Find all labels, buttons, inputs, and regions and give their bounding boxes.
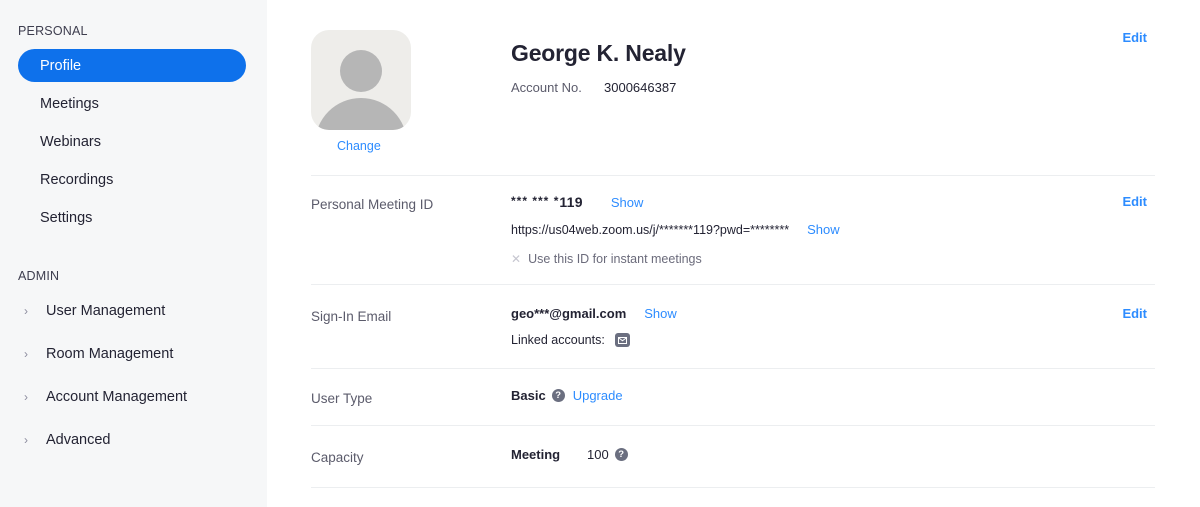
- avatar-block: Change: [311, 30, 511, 153]
- sidebar-item-label: Meetings: [40, 95, 99, 112]
- account-number-label: Account No.: [511, 79, 582, 95]
- personal-meeting-id-label: Personal Meeting ID: [311, 197, 434, 212]
- capacity-number-text: 100: [587, 447, 609, 462]
- linked-accounts-label: Linked accounts:: [511, 333, 605, 347]
- sidebar-item-label: Settings: [40, 209, 93, 226]
- capacity-value: Meeting 100 ?: [511, 447, 1155, 465]
- instant-meeting-toggle-line[interactable]: ✕ Use this ID for instant meetings: [511, 252, 1155, 266]
- sidebar-item-profile[interactable]: Profile: [18, 49, 246, 82]
- user-type-text: Basic: [511, 388, 546, 403]
- show-pmi-link[interactable]: Show: [611, 195, 644, 210]
- profile-rows: Change George K. Nealy Account No. 30006…: [267, 0, 1200, 488]
- sidebar-item-label: Account Management: [46, 388, 188, 405]
- account-number-value: 3000646387: [604, 79, 677, 95]
- profile-header-row: Change George K. Nealy Account No. 30006…: [311, 0, 1155, 176]
- avatar-body-shape: [315, 98, 407, 130]
- help-icon[interactable]: ?: [614, 448, 628, 461]
- pmi-url-text: https://us04web.zoom.us/j/*******119?pwd…: [511, 223, 790, 237]
- capacity-label: Capacity: [311, 450, 364, 465]
- sign-in-email-label: Sign-In Email: [311, 309, 392, 324]
- sidebar-item-label: Room Management: [46, 345, 174, 362]
- page-title: George K. Nealy: [511, 40, 686, 66]
- sidebar-group-title-personal: PERSONAL: [18, 24, 88, 38]
- sign-in-email-value: geo***@gmail.com Show Linked accounts:: [511, 306, 1155, 347]
- pmi-url-line: https://us04web.zoom.us/j/*******119?pwd…: [511, 222, 1155, 237]
- edit-pmi-button[interactable]: Edit: [1122, 194, 1147, 209]
- sidebar: PERSONAL Profile Meetings Webinars Recor…: [0, 0, 267, 507]
- account-number-line: Account No. 3000646387: [511, 80, 1155, 95]
- profile-identity: George K. Nealy Account No. 3000646387: [511, 30, 1155, 153]
- pmi-id-text: *** *** *119: [511, 194, 583, 210]
- help-icon[interactable]: ?: [551, 389, 565, 402]
- email-icon[interactable]: [614, 333, 630, 347]
- sidebar-item-webinars[interactable]: Webinars: [18, 125, 246, 158]
- sidebar-item-room-management[interactable]: › Room Management: [10, 337, 246, 370]
- user-type-value: Basic ? Upgrade: [511, 388, 1155, 406]
- chevron-right-icon: ›: [24, 346, 28, 361]
- sidebar-item-user-management[interactable]: › User Management: [10, 294, 246, 327]
- user-type-line: Basic ? Upgrade: [511, 388, 1155, 403]
- sidebar-group-title-admin: ADMIN: [18, 269, 60, 283]
- main-content: Change George K. Nealy Account No. 30006…: [267, 0, 1200, 507]
- sidebar-item-advanced[interactable]: › Advanced: [10, 423, 246, 456]
- user-type-row: User Type Basic ? Upgrade: [311, 369, 1155, 426]
- sidebar-group-personal: PERSONAL Profile Meetings Webinars Recor…: [0, 24, 267, 234]
- sidebar-item-settings[interactable]: Settings: [18, 201, 246, 234]
- sidebar-item-label: Advanced: [46, 431, 111, 448]
- chevron-right-icon: ›: [24, 389, 28, 404]
- pmi-id-masked: *** *** *: [511, 194, 560, 208]
- sidebar-item-label: Recordings: [40, 171, 114, 188]
- email-address-text: geo***@gmail.com: [511, 306, 627, 321]
- pmi-id-digits: 119: [559, 194, 583, 210]
- user-type-label: User Type: [311, 391, 373, 406]
- avatar-head-shape: [340, 50, 382, 92]
- avatar[interactable]: [311, 30, 411, 130]
- sidebar-item-label: User Management: [46, 302, 166, 319]
- sidebar-item-label: Profile: [40, 57, 82, 74]
- capacity-row: Capacity Meeting 100 ?: [311, 426, 1155, 488]
- edit-email-button[interactable]: Edit: [1122, 306, 1147, 321]
- sidebar-item-account-management[interactable]: › Account Management: [10, 380, 246, 413]
- show-email-link[interactable]: Show: [644, 306, 677, 321]
- close-icon: ✕: [511, 252, 522, 266]
- sidebar-item-recordings[interactable]: Recordings: [18, 163, 246, 196]
- capacity-line: Meeting 100 ?: [511, 447, 1155, 462]
- chevron-right-icon: ›: [24, 303, 28, 318]
- show-pmi-url-link[interactable]: Show: [807, 222, 840, 237]
- instant-meeting-label: Use this ID for instant meetings: [528, 252, 702, 266]
- linked-accounts-line: Linked accounts:: [511, 333, 1155, 347]
- email-line: geo***@gmail.com Show: [511, 306, 1155, 321]
- edit-profile-button[interactable]: Edit: [1122, 30, 1147, 45]
- personal-meeting-id-row: Personal Meeting ID *** *** *119 Show ht…: [311, 176, 1155, 285]
- sign-in-email-row: Sign-In Email geo***@gmail.com Show Link…: [311, 285, 1155, 369]
- chevron-right-icon: ›: [24, 432, 28, 447]
- sidebar-item-meetings[interactable]: Meetings: [18, 87, 246, 120]
- upgrade-link[interactable]: Upgrade: [573, 388, 623, 403]
- change-avatar-link[interactable]: Change: [337, 139, 381, 153]
- profile-page: PERSONAL Profile Meetings Webinars Recor…: [0, 0, 1200, 507]
- personal-meeting-id-value: *** *** *119 Show https://us04web.zoom.u…: [511, 194, 1155, 266]
- pmi-id-line: *** *** *119 Show: [511, 194, 1155, 210]
- sidebar-item-label: Webinars: [40, 133, 101, 150]
- sidebar-group-admin: ADMIN › User Management › Room Managemen…: [0, 269, 267, 456]
- capacity-type-text: Meeting: [511, 447, 561, 462]
